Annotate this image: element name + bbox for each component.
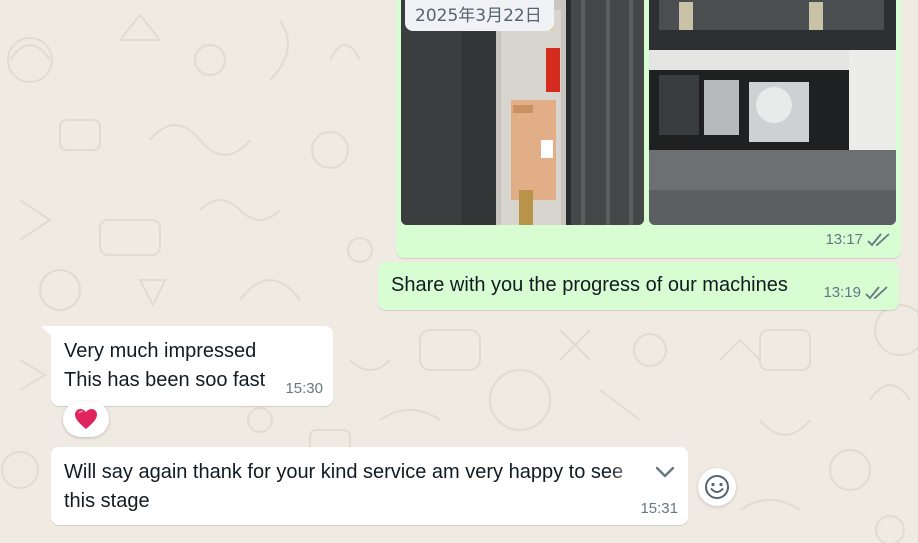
message-meta: 13:19 (823, 284, 889, 301)
double-check-icon (867, 232, 890, 246)
double-check-icon (865, 285, 888, 299)
message-line: this stage (64, 490, 150, 512)
date-chip: 2025年3月22日 (405, 0, 554, 31)
smiley-icon (705, 475, 729, 499)
message-text: Will say again thank for your kind servi… (64, 458, 644, 516)
message-outgoing[interactable]: Share with you the progress of our machi… (378, 262, 899, 310)
message-time: 15:30 (285, 380, 323, 397)
message-text: Share with you the progress of our machi… (391, 274, 788, 296)
reaction-badge[interactable] (63, 401, 109, 437)
photo-laser-tube[interactable] (401, 0, 644, 225)
chevron-down-icon[interactable] (654, 461, 676, 483)
message-time: 13:19 (823, 284, 861, 301)
message-time: 15:31 (640, 500, 678, 517)
menu-fade (608, 447, 688, 495)
message-meta: 15:30 (285, 380, 323, 397)
message-incoming[interactable]: Will say again thank for your kind servi… (51, 447, 688, 525)
album-meta: 13:17 (825, 231, 891, 248)
photo-laser-machine[interactable] (649, 0, 896, 225)
message-meta: 15:31 (640, 500, 678, 517)
message-line: This has been soo fast (64, 369, 266, 391)
heart-icon (75, 409, 97, 429)
album-time: 13:17 (825, 231, 863, 248)
message-line: Will say again thank for your kind servi… (64, 461, 624, 483)
photo-album-message[interactable]: 13:17 (396, 0, 901, 258)
message-text: Very much impressed This has been soo fa… (64, 337, 265, 395)
message-incoming[interactable]: Very much impressed This has been soo fa… (51, 326, 333, 406)
message-line: Very much impressed (64, 340, 257, 362)
react-button[interactable] (698, 468, 736, 506)
